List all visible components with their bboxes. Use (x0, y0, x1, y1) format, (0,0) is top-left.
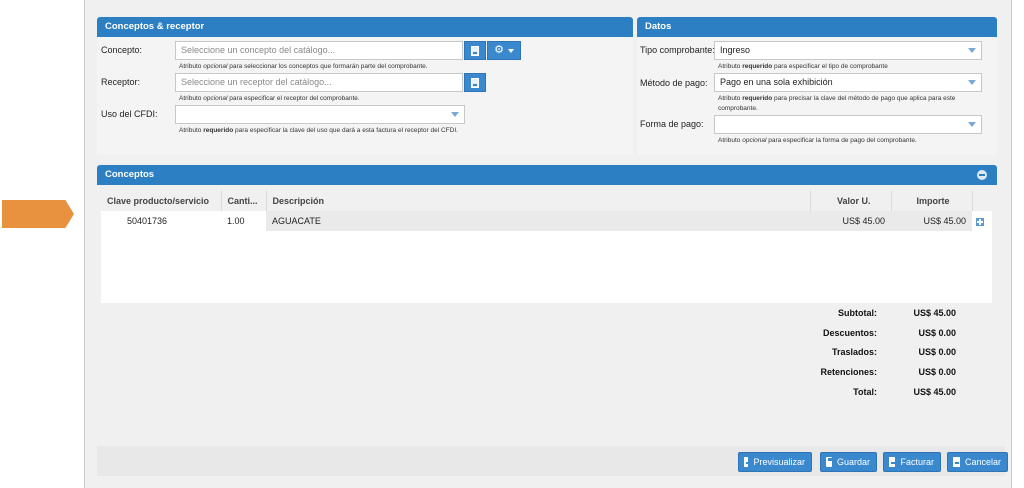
pointer-arrow (2, 200, 74, 228)
uso-cfdi-label: Uso del CFDI: (101, 109, 158, 119)
col-descripcion[interactable]: Descripción (266, 191, 811, 211)
forma-pago-select[interactable] (714, 115, 982, 134)
forma-pago-hint: Atributo opcional para especificar la fo… (718, 137, 917, 144)
receptor-hint: Atributo opcional para especificar el re… (179, 95, 360, 102)
conceptos-panel: Conceptos Clave producto/servicio Canti.… (97, 165, 997, 405)
receptor-label: Receptor: (101, 77, 141, 87)
datos-panel: Datos Tipo comprobante: Ingreso Atributo… (637, 17, 997, 155)
subtotal-value: US$ 45.00 (913, 308, 956, 318)
cell-expand[interactable] (972, 211, 992, 231)
subtotal-label: Subtotal: (838, 308, 877, 318)
chevron-down-icon (968, 122, 976, 127)
cell-descripcion: AGUACATE (266, 211, 810, 231)
gear-icon: ⚙ (494, 44, 504, 56)
table-row[interactable]: 50401736 1.00 AGUACATE US$ 45.00 US$ 45.… (101, 211, 992, 231)
invoice-form: Conceptos & receptor Concepto: Seleccion… (84, 0, 1012, 488)
total-label: Total: (853, 387, 877, 397)
document-icon (744, 457, 751, 467)
table-header-row: Clave producto/servicio Canti... Descrip… (101, 191, 992, 211)
concepto-settings-button[interactable]: ⚙ (487, 41, 521, 60)
traslados-value: US$ 0.00 (918, 347, 956, 357)
col-actions (972, 191, 992, 211)
tipo-comprobante-value: Ingreso (720, 45, 751, 55)
previsualizar-label: Previsualizar (753, 457, 805, 467)
tipo-comprobante-select[interactable]: Ingreso (714, 41, 982, 60)
collapse-icon[interactable] (977, 170, 987, 180)
tipo-comprobante-hint: Atributo requerido para especificar el t… (718, 63, 888, 70)
uso-cfdi-select[interactable] (175, 105, 465, 124)
concepto-label: Concepto: (101, 45, 143, 55)
chevron-down-icon (968, 80, 976, 85)
document-icon (471, 77, 479, 88)
cancelar-button[interactable]: Cancelar (947, 452, 1008, 472)
cancelar-label: Cancelar (964, 457, 1001, 467)
expand-plus-icon[interactable] (976, 217, 984, 226)
conceptos-receptor-panel: Conceptos & receptor Concepto: Seleccion… (97, 17, 633, 155)
facturar-button[interactable]: Facturar (883, 452, 941, 472)
metodo-pago-select[interactable]: Pago en una sola exhibición (714, 73, 982, 92)
caret-down-icon (507, 48, 514, 53)
chevron-down-icon (968, 48, 976, 53)
facturar-label: Facturar (900, 457, 934, 467)
descuentos-label: Descuentos: (822, 328, 877, 338)
cell-importe: US$ 45.00 (891, 211, 972, 231)
previsualizar-button[interactable]: Previsualizar (738, 452, 812, 472)
concepto-input[interactable]: Seleccione un concepto del catálogo... (175, 41, 463, 60)
uso-cfdi-hint: Atributo requerido para especificar la c… (179, 127, 458, 134)
guardar-button[interactable]: Guardar (820, 452, 877, 472)
receptor-catalog-button[interactable] (464, 73, 486, 92)
conceptos-title: Conceptos (97, 165, 997, 185)
receptor-input[interactable]: Seleccione un receptor del catálogo... (175, 73, 463, 92)
forma-pago-label: Forma de pago: (640, 119, 704, 129)
chevron-down-icon (451, 112, 459, 117)
cell-cantidad: 1.00 (221, 211, 266, 231)
cell-valor: US$ 45.00 (810, 211, 891, 231)
document-icon (953, 457, 960, 467)
metodo-pago-value: Pago en una sola exhibición (720, 77, 833, 87)
conceptos-receptor-title: Conceptos & receptor (97, 17, 633, 37)
col-importe[interactable]: Importe (891, 191, 973, 211)
save-icon (826, 457, 834, 467)
metodo-pago-label: Método de pago: (640, 78, 708, 88)
datos-title: Datos (637, 17, 997, 37)
guardar-label: Guardar (836, 457, 870, 467)
footer-bar: Previsualizar Guardar Facturar Cancelar (97, 446, 1008, 476)
total-value: US$ 45.00 (913, 387, 956, 397)
conceptos-table: Clave producto/servicio Canti... Descrip… (101, 191, 992, 231)
col-valor[interactable]: Valor U. (810, 191, 892, 211)
traslados-label: Traslados: (831, 347, 877, 357)
cell-clave: 50401736 (101, 211, 221, 231)
tipo-comprobante-label: Tipo comprobante: (640, 45, 715, 55)
document-icon (471, 45, 479, 56)
concepto-hint: Atributo opcional para seleccionar los c… (179, 63, 428, 70)
metodo-pago-hint: Atributo requerido para precisar la clav… (718, 95, 956, 112)
retenciones-value: US$ 0.00 (918, 367, 956, 377)
col-clave[interactable]: Clave producto/servicio (101, 191, 222, 211)
conceptos-title-text: Conceptos (105, 169, 155, 180)
col-cantidad[interactable]: Canti... (221, 191, 267, 211)
document-icon (889, 457, 896, 467)
concepto-catalog-button[interactable] (464, 41, 486, 60)
retenciones-label: Retenciones: (820, 367, 877, 377)
descuentos-value: US$ 0.00 (918, 328, 956, 338)
